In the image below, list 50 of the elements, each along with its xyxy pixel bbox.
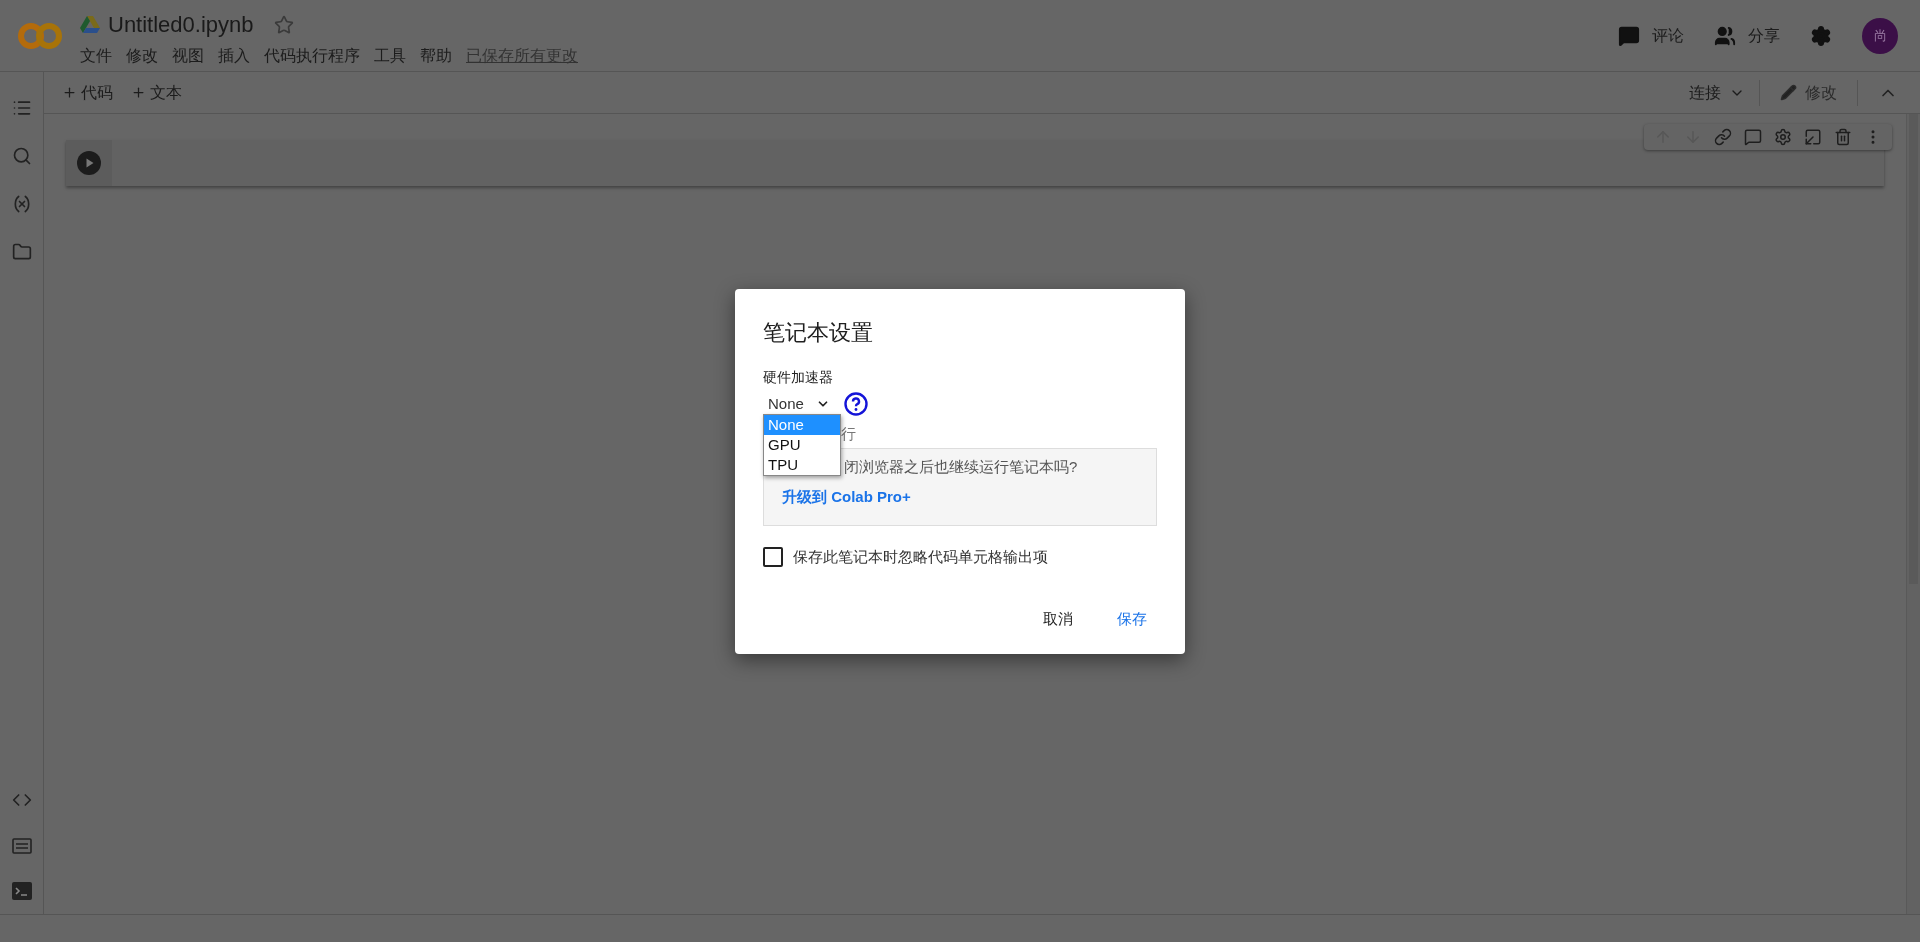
comment-icon	[1618, 25, 1640, 47]
cancel-button[interactable]: 取消	[1033, 601, 1083, 636]
people-icon	[1714, 25, 1736, 47]
upgrade-prompt: 闭浏览器之后也继续运行笔记本吗?	[844, 457, 1078, 477]
dialog-title: 笔记本设置	[763, 319, 874, 347]
help-icon[interactable]	[843, 392, 868, 416]
terminal-icon[interactable]	[11, 882, 32, 900]
settings-icon[interactable]	[1774, 128, 1792, 146]
upgrade-link[interactable]: 升级到 Colab Pro+	[782, 485, 911, 508]
drive-icon	[80, 15, 100, 34]
dropdown-option[interactable]: GPU	[764, 435, 840, 455]
menu-item[interactable]: 帮助	[420, 44, 452, 68]
menu-item[interactable]: 工具	[374, 44, 406, 68]
form-icon[interactable]	[11, 838, 32, 854]
pencil-icon	[1780, 84, 1797, 101]
dropdown-option[interactable]: None	[764, 415, 840, 435]
accelerator-select[interactable]: None	[763, 392, 830, 416]
menu-item[interactable]: 插入	[218, 44, 250, 68]
background-execution-label: 行	[841, 424, 856, 444]
edit-button[interactable]: 修改	[1760, 80, 1857, 105]
settings-icon[interactable]	[1810, 25, 1832, 47]
connect-button[interactable]: 连接	[1689, 80, 1759, 105]
code-cell[interactable]	[66, 140, 1884, 186]
star-icon[interactable]	[273, 14, 294, 35]
comment-button[interactable]: 评论	[1618, 24, 1684, 48]
menu-item[interactable]: 修改	[126, 44, 158, 68]
share-button[interactable]: 分享	[1714, 24, 1780, 48]
omit-output-label: 保存此笔记本时忽略代码单元格输出项	[793, 547, 1048, 567]
comment-icon[interactable]	[1744, 128, 1762, 146]
plus-icon	[131, 85, 146, 100]
run-cell-icon[interactable]	[77, 151, 101, 175]
dropdown-option[interactable]: TPU	[764, 455, 840, 475]
colab-logo	[17, 21, 63, 51]
trash-icon[interactable]	[1834, 128, 1852, 146]
menu-item[interactable]: 文件	[80, 44, 112, 68]
avatar[interactable]: 尚	[1862, 18, 1898, 54]
folder-icon[interactable]	[11, 242, 32, 262]
add-cell-button[interactable]: 文本	[131, 80, 182, 105]
menu-item[interactable]: 代码执行程序	[264, 44, 360, 68]
table-of-contents-icon[interactable]	[11, 98, 32, 118]
notebook-title[interactable]: Untitled0.ipynb	[108, 8, 254, 41]
checkbox[interactable]	[763, 547, 783, 568]
menu-item[interactable]: 视图	[172, 44, 204, 68]
mirror-cell-icon[interactable]	[1804, 128, 1822, 146]
accelerator-label: 硬件加速器	[763, 368, 834, 387]
save-button[interactable]: 保存	[1107, 601, 1157, 636]
link-icon[interactable]	[1714, 128, 1732, 146]
search-icon[interactable]	[11, 146, 32, 166]
add-cell-button[interactable]: 代码	[62, 80, 113, 105]
plus-icon	[62, 85, 77, 100]
